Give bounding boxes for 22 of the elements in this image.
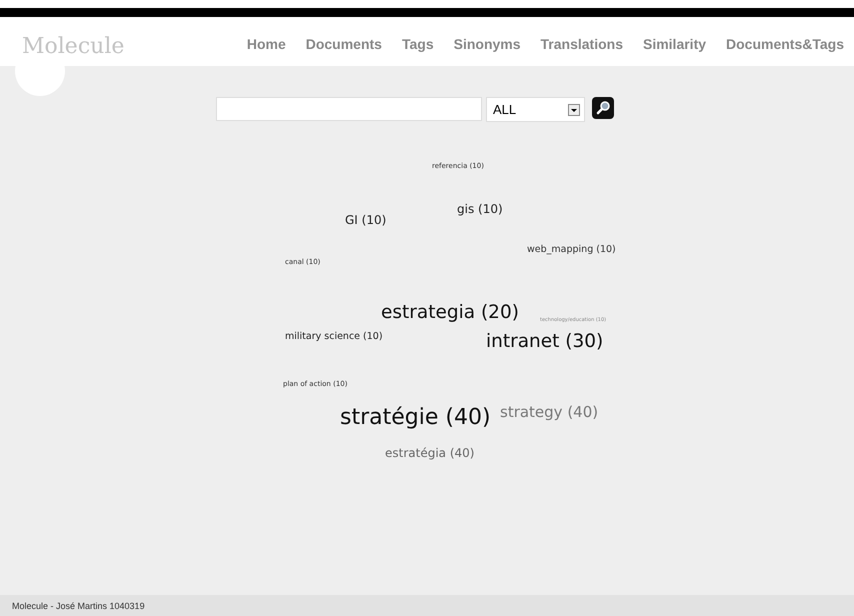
nav-link[interactable]: Documents bbox=[302, 36, 386, 52]
tag-link[interactable]: GI (10) bbox=[345, 214, 386, 228]
search-field[interactable] bbox=[216, 97, 482, 121]
filter-dropdown[interactable]: ALL bbox=[486, 97, 585, 122]
search-button[interactable] bbox=[592, 97, 614, 119]
tag-link[interactable]: web_mapping (10) bbox=[527, 245, 616, 256]
nav-link[interactable]: Tags bbox=[398, 36, 438, 52]
tag-link[interactable]: gis (10) bbox=[457, 203, 503, 216]
footer-text: Molecule - José Martins 1040319 bbox=[12, 600, 145, 610]
dropdown-caret-icon bbox=[568, 104, 580, 116]
tag-link[interactable]: strategy (40) bbox=[500, 404, 598, 420]
search-icon bbox=[595, 100, 611, 116]
tag-link[interactable]: stratégie (40) bbox=[340, 406, 491, 430]
tag-link[interactable]: intranet (30) bbox=[486, 332, 604, 352]
tag-link[interactable]: estratégia (40) bbox=[385, 447, 474, 460]
nav-link[interactable]: Home bbox=[242, 36, 290, 52]
tag-link[interactable]: estrategia (20) bbox=[381, 303, 519, 324]
tag-link[interactable]: military science (10) bbox=[285, 332, 383, 342]
nav-link[interactable]: Translations bbox=[536, 36, 627, 52]
nav-link[interactable]: Similarity bbox=[638, 36, 710, 52]
nav-link[interactable]: Sinonyms bbox=[450, 36, 525, 52]
nav-link[interactable]: Documents&Tags bbox=[722, 36, 848, 52]
